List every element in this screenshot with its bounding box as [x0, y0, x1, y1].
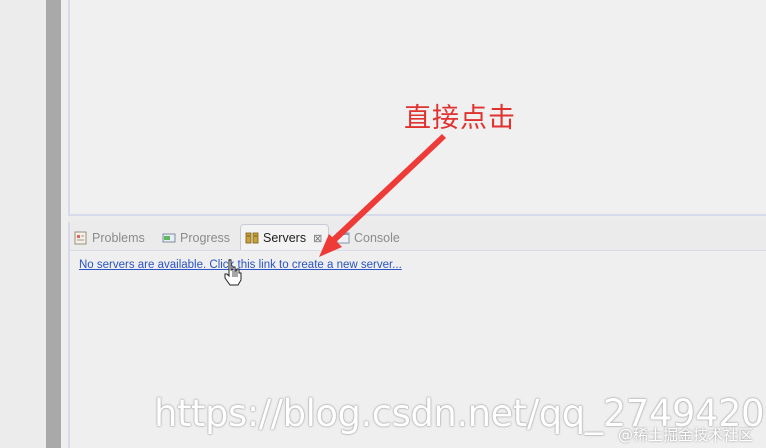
left-gap [61, 0, 68, 448]
watermark-brand: @稀土掘金技术社区 [618, 426, 754, 444]
progress-icon [162, 231, 176, 245]
hand-cursor-icon [222, 258, 244, 288]
servers-icon [245, 231, 259, 245]
tab-progress[interactable]: Progress [162, 226, 230, 250]
tab-servers-label: Servers [263, 231, 307, 245]
console-icon [336, 231, 350, 245]
tab-problems-label: Problems [92, 231, 145, 245]
tab-problems[interactable]: Problems [74, 226, 145, 250]
left-scrollbar[interactable] [46, 0, 61, 448]
panel-tab-bar: Problems Progress Servers ⊠ Console [70, 222, 766, 251]
tab-progress-label: Progress [180, 231, 231, 245]
close-icon[interactable]: ⊠ [313, 232, 322, 245]
tab-console[interactable]: Console [336, 226, 400, 250]
problems-icon [74, 231, 88, 245]
annotation-label: 直接点击 [404, 103, 516, 134]
tab-servers[interactable]: Servers ⊠ [240, 224, 330, 251]
eclipse-window: Problems Progress Servers ⊠ Console No s… [0, 0, 766, 448]
tab-console-label: Console [354, 231, 400, 245]
